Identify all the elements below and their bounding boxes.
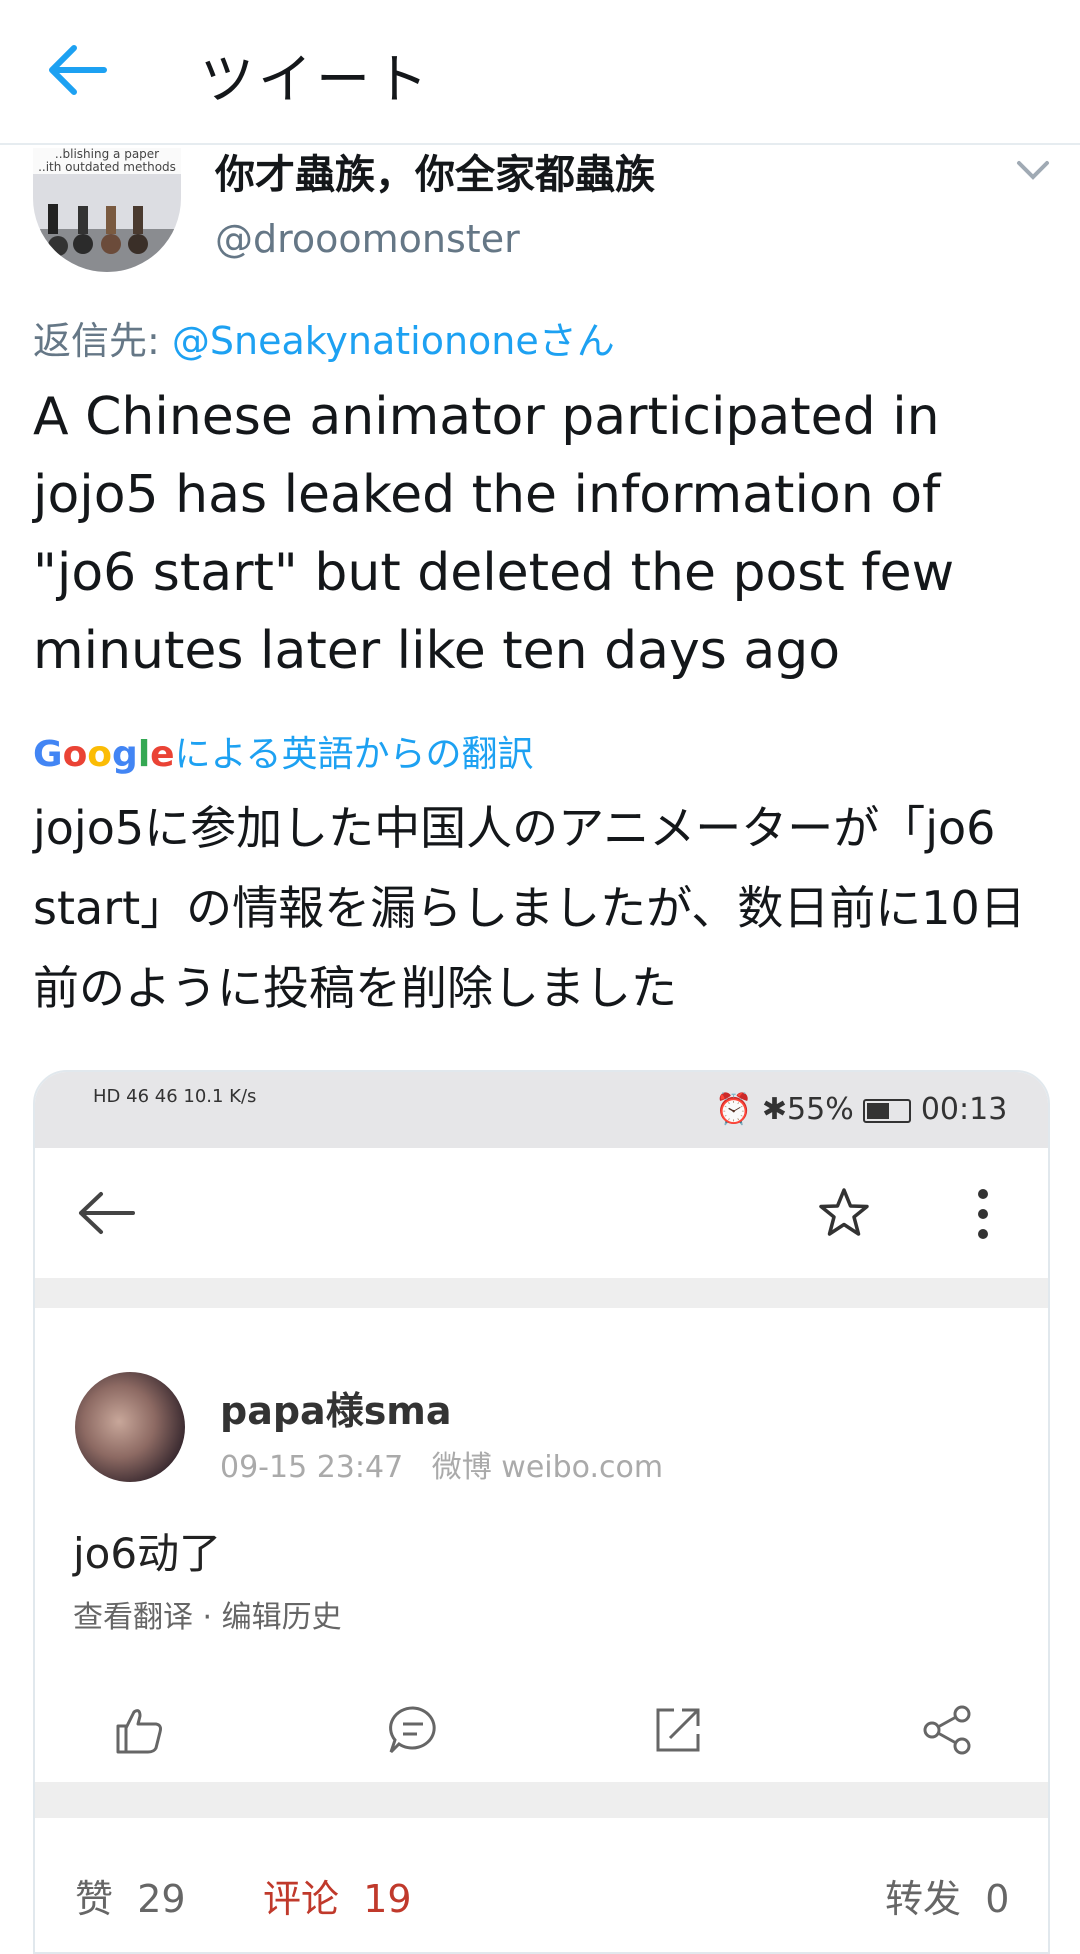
avatar-image	[33, 174, 181, 272]
post-text: jo6动了	[73, 1529, 222, 1578]
more-vert-icon[interactable]	[973, 1184, 993, 1244]
translated-text: jojo5に参加した中国人のアニメーターが「jo6 start」の情報を漏らしま…	[33, 801, 1026, 1015]
comments-tab[interactable]: 评论 19	[263, 1868, 412, 1923]
user-handle[interactable]: @drooomonster	[215, 217, 520, 261]
weibo-app-bar	[35, 1148, 1048, 1278]
divider	[35, 1278, 1048, 1308]
reply-to: 返信先: @Sneakynationoneさん	[33, 310, 615, 365]
divider	[35, 1782, 1048, 1818]
translation-label[interactable]: Googleによる英語からの翻訳	[33, 725, 534, 777]
avatar-caption: ..blishing a paper ..ith outdated method…	[38, 148, 176, 174]
star-icon[interactable]	[817, 1186, 871, 1240]
reposts-tab[interactable]: 转发 0	[885, 1868, 1009, 1923]
battery-icon	[863, 1098, 912, 1123]
translation-text-label: による英語からの翻訳	[174, 734, 534, 775]
avatar[interactable]: ..blishing a paper ..ith outdated method…	[33, 148, 181, 272]
share-out-icon[interactable]	[650, 1702, 706, 1758]
like-icon[interactable]	[110, 1702, 166, 1758]
display-name[interactable]: 你才蟲族，你全家都蟲族	[215, 142, 655, 200]
status-right: ⏰ ✱55% 00:13	[715, 1092, 1007, 1127]
phone-status-bar: HD 46 46 10.1 K/s ⏰ ✱55% 00:13	[35, 1072, 1048, 1148]
post-counts: 赞 29 评论 19 转发 0	[35, 1818, 1048, 1948]
tweet-text: A Chinese animator participated in jojo5…	[33, 387, 955, 681]
page-title: ツイート	[200, 48, 432, 111]
embedded-screenshot[interactable]: HD 46 46 10.1 K/s ⏰ ✱55% 00:13 papa様sma …	[33, 1070, 1050, 1954]
network-status: HD 46 46 10.1 K/s	[93, 1086, 257, 1107]
post-meta: 09-15 23:47 微博 weibo.com	[220, 1450, 664, 1485]
reply-prefix: 返信先:	[33, 319, 172, 363]
post-avatar[interactable]	[75, 1372, 185, 1482]
comment-icon[interactable]	[385, 1702, 441, 1758]
post-links[interactable]: 查看翻译 · 编辑历史	[73, 1592, 342, 1636]
caret-down-icon[interactable]	[1013, 155, 1053, 185]
post-author-name[interactable]: papa様sma	[220, 1380, 452, 1435]
battery-percent: 55%	[787, 1092, 854, 1127]
back-arrow-icon[interactable]	[75, 1188, 137, 1238]
back-arrow-icon[interactable]	[44, 40, 110, 100]
app-header: ツイート	[0, 0, 1080, 145]
share-icon[interactable]	[920, 1702, 976, 1758]
likes-tab[interactable]: 赞 29	[75, 1868, 186, 1923]
reply-mention-link[interactable]: @Sneakynationoneさん	[172, 319, 615, 363]
google-logo: Google	[33, 734, 175, 775]
post-actions	[35, 1672, 1048, 1772]
bluetooth-icon: ✱	[761, 1092, 788, 1127]
alarm-icon: ⏰	[715, 1092, 753, 1127]
clock: 00:13	[920, 1092, 1008, 1127]
